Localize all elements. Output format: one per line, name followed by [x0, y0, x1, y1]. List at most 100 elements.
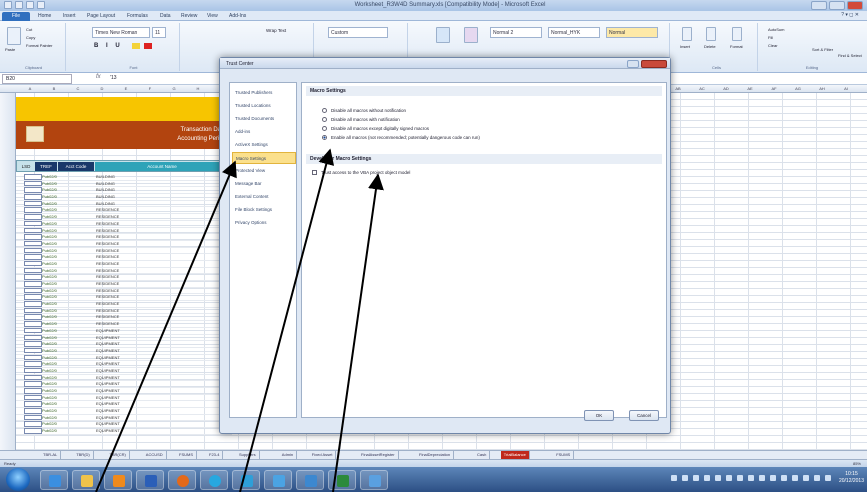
taskbar-word-icon[interactable]	[136, 470, 164, 490]
acct-code-cell[interactable]: Pub02/0	[42, 428, 57, 434]
table-row[interactable]: Pub02/0 RESIDENCE	[16, 227, 232, 235]
taskbar-firefox-icon[interactable]	[168, 470, 196, 490]
table-row[interactable]: Pub02/0 EQUIPMENT	[16, 421, 232, 429]
sort-filter-button[interactable]: Sort & Filter	[812, 47, 833, 52]
account-name-cell[interactable]: RESIDENCE	[96, 274, 119, 280]
account-name-cell[interactable]: RESIDENCE	[96, 221, 119, 227]
taskbar-media-icon[interactable]	[104, 470, 132, 490]
style-normal-hyk[interactable]: Normal_HYK	[548, 27, 600, 38]
format-cells-icon[interactable]	[732, 27, 742, 41]
tray-icon[interactable]	[781, 475, 787, 481]
taskbar-app-icon[interactable]	[264, 470, 292, 490]
sheet-tab[interactable]: FSUMS	[553, 451, 575, 459]
table-row[interactable]: Pub02/0 RESIDENCE	[16, 281, 232, 288]
insert-cells-icon[interactable]	[682, 27, 692, 41]
column-header[interactable]: AC	[690, 86, 714, 91]
tref-cell[interactable]	[24, 394, 42, 401]
acct-code-cell[interactable]: Pub02/0	[42, 321, 57, 327]
sheet-tab[interactable]: ACCUSD	[143, 451, 167, 459]
tref-cell[interactable]	[24, 408, 42, 414]
account-name-cell[interactable]: RESIDENCE	[96, 308, 119, 314]
nav-item[interactable]: Macro Settings	[232, 152, 296, 164]
cut-button[interactable]: Cut	[26, 27, 32, 32]
tref-cell[interactable]	[24, 180, 42, 187]
table-row[interactable]: Pub02/0 EQUIPMENT	[16, 388, 232, 395]
table-row[interactable]: Pub02/0 EQUIPMENT	[16, 408, 232, 415]
tray-icon[interactable]	[671, 475, 677, 481]
acct-code-cell[interactable]: Pub02/0	[42, 248, 57, 254]
tref-cell[interactable]	[24, 314, 42, 320]
tray-icon[interactable]	[759, 475, 765, 481]
tray-icon[interactable]	[770, 475, 776, 481]
account-name-cell[interactable]: EQUIPMENT	[96, 355, 120, 361]
acct-code-cell[interactable]: Pub02/0	[42, 187, 57, 193]
trust-vba-checkbox[interactable]: Trust access to the VBA project object m…	[312, 169, 410, 177]
account-name-cell[interactable]: EQUIPMENT	[96, 361, 120, 367]
acct-code-cell[interactable]: Pub02/0	[42, 181, 57, 187]
tray-icon[interactable]	[704, 475, 710, 481]
tref-cell[interactable]	[24, 354, 42, 361]
account-name-cell[interactable]: BUILDING	[96, 201, 115, 207]
table-row[interactable]: Pub02/0 EQUIPMENT	[16, 327, 232, 335]
fx-icon[interactable]: fx	[96, 74, 101, 80]
tref-cell[interactable]	[24, 307, 42, 314]
tray-icon[interactable]	[803, 475, 809, 481]
table-row[interactable]: Pub02/0 RESIDENCE	[16, 321, 232, 328]
account-name-cell[interactable]: RESIDENCE	[96, 254, 119, 260]
account-name-cell[interactable]: EQUIPMENT	[96, 348, 120, 354]
table-row[interactable]: Pub02/0 RESIDENCE	[16, 220, 232, 228]
sheet-tab[interactable]: FinalAssetRegister	[358, 451, 399, 459]
redo-icon[interactable]	[37, 1, 45, 9]
tref-cell[interactable]	[24, 267, 42, 274]
nav-item[interactable]: ActiveX Settings	[232, 139, 296, 151]
close-button[interactable]	[847, 1, 863, 10]
sheet-tab[interactable]: FSUMS	[176, 451, 197, 459]
column-header[interactable]: G	[162, 86, 186, 91]
table-row[interactable]: Pub02/0 RESIDENCE	[16, 301, 232, 308]
tref-cell[interactable]	[24, 220, 42, 227]
taskbar-skype-icon[interactable]	[200, 470, 228, 490]
undo-icon[interactable]	[26, 1, 34, 9]
nav-item[interactable]: Trusted Documents	[232, 113, 296, 125]
column-header[interactable]: H	[186, 86, 210, 91]
table-row[interactable]: Pub02/0 EQUIPMENT	[16, 401, 232, 409]
account-name-cell[interactable]: RESIDENCE	[96, 268, 119, 274]
tray-icon[interactable]	[825, 475, 831, 481]
tref-cell[interactable]	[24, 214, 42, 220]
table-row[interactable]: Pub02/0 RESIDENCE	[16, 307, 232, 315]
account-name-cell[interactable]: EQUIPMENT	[96, 375, 120, 381]
tray-icon[interactable]	[682, 475, 688, 481]
help-icon[interactable]	[627, 60, 639, 68]
nav-item[interactable]: Add-ins	[232, 126, 296, 138]
radio-icon[interactable]	[322, 126, 327, 131]
column-header[interactable]: AH	[810, 86, 834, 91]
column-header[interactable]: AF	[762, 86, 786, 91]
tref-cell[interactable]	[24, 234, 42, 240]
acct-code-cell[interactable]: Pub02/0	[42, 228, 57, 234]
tab-add-ins[interactable]: Add-Ins	[224, 12, 251, 21]
copy-button[interactable]: Copy	[26, 35, 35, 40]
acct-code-cell[interactable]: Pub02/0	[42, 281, 57, 287]
table-row[interactable]: Pub02/0 RESIDENCE	[16, 234, 232, 241]
table-row[interactable]: Pub02/0 RESIDENCE	[16, 207, 232, 215]
ok-button[interactable]: OK	[584, 410, 614, 421]
tref-cell[interactable]	[24, 327, 42, 334]
nav-item[interactable]: Protected View	[232, 165, 296, 177]
acct-code-cell[interactable]: Pub02/0	[42, 221, 57, 227]
nav-item[interactable]: File Block Settings	[232, 204, 296, 216]
account-name-cell[interactable]: EQUIPMENT	[96, 408, 120, 414]
tref-cell[interactable]	[24, 334, 42, 340]
account-name-cell[interactable]: RESIDENCE	[96, 294, 119, 300]
table-row[interactable]: Pub02/0 EQUIPMENT	[16, 361, 232, 368]
sheet-tab[interactable]: TBR(CR)	[106, 451, 130, 459]
acct-code-cell[interactable]: Pub02/0	[42, 421, 57, 427]
nav-item[interactable]: External Content	[232, 191, 296, 203]
tray-icon[interactable]	[748, 475, 754, 481]
tref-cell[interactable]	[24, 294, 42, 300]
tref-cell[interactable]	[24, 200, 42, 207]
tref-cell[interactable]	[24, 260, 42, 267]
acct-code-cell[interactable]: Pub02/0	[42, 288, 57, 294]
acct-code-cell[interactable]: Pub02/0	[42, 194, 57, 200]
style-normal[interactable]: Normal	[606, 27, 658, 38]
acct-code-cell[interactable]: Pub02/0	[42, 214, 57, 220]
